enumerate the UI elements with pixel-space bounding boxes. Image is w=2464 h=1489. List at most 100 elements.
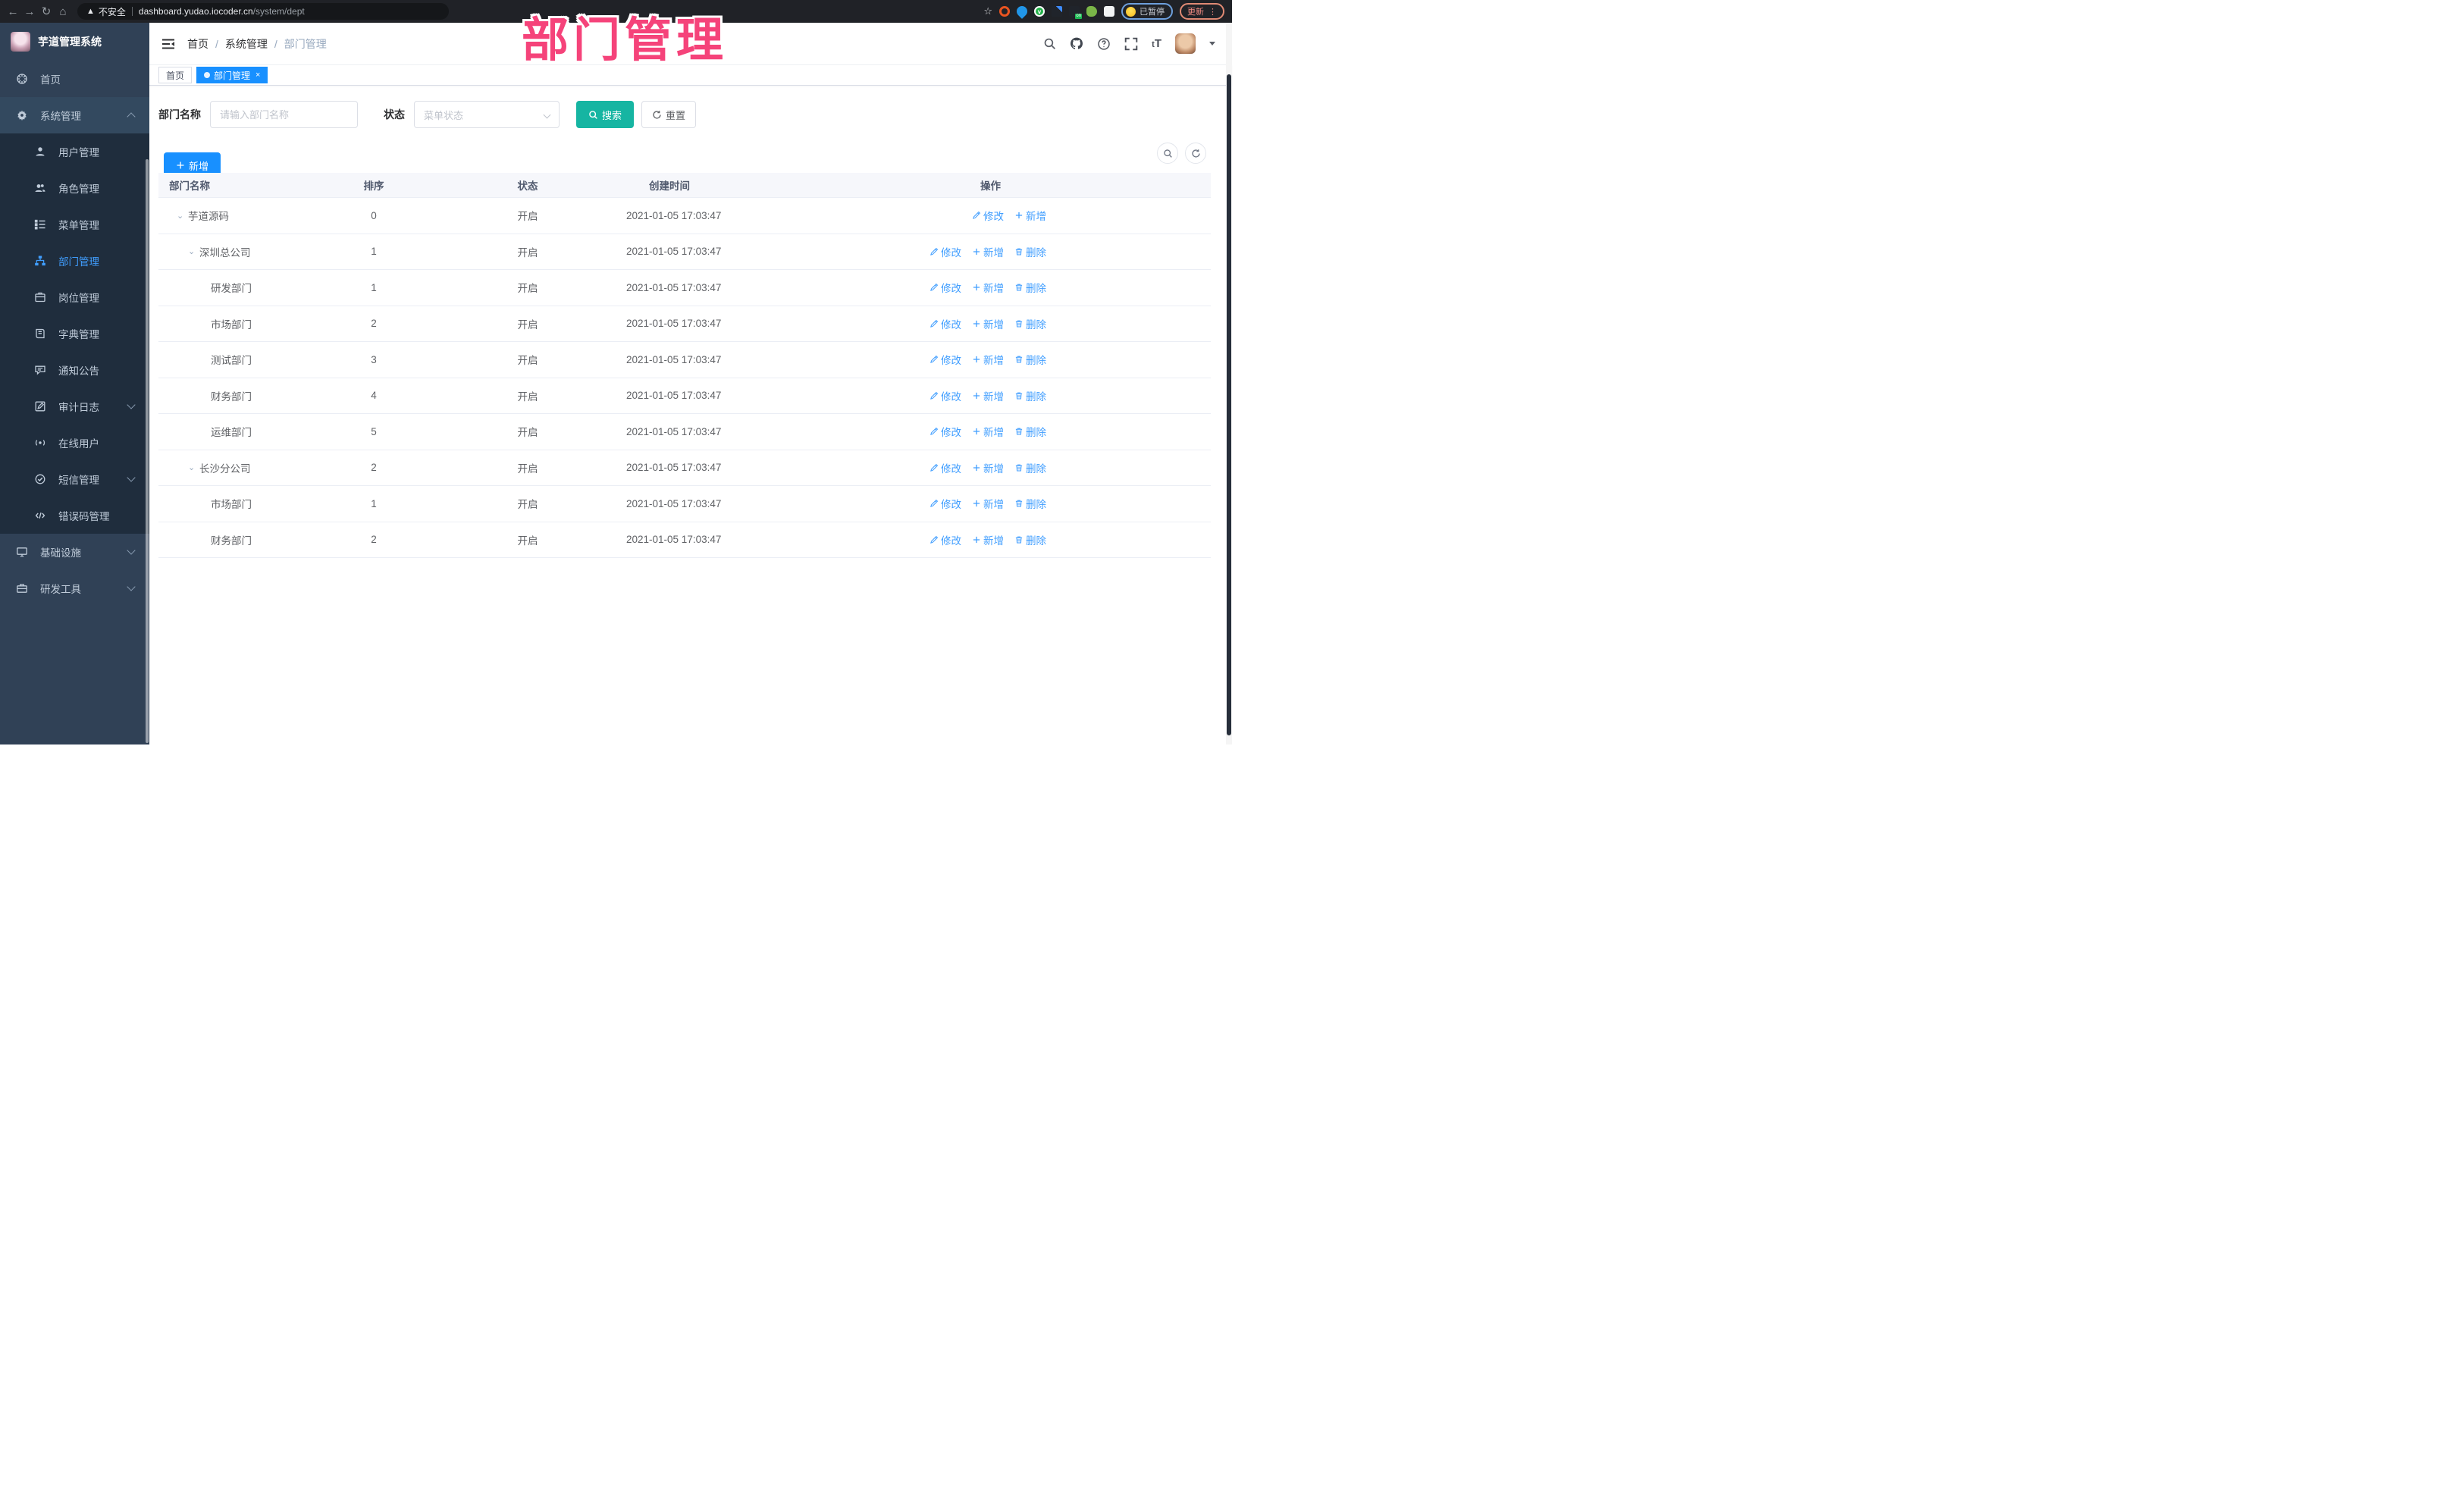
row-action-delete[interactable]: 删除 — [1014, 280, 1046, 295]
fullscreen-icon[interactable] — [1124, 37, 1138, 51]
row-action-delete[interactable]: 删除 — [1014, 316, 1046, 331]
bookmark-star-icon[interactable]: ☆ — [983, 5, 992, 17]
dept-name-input[interactable] — [210, 101, 358, 128]
refresh-table-button[interactable] — [1185, 143, 1206, 164]
browser-forward-icon[interactable]: → — [21, 5, 38, 18]
font-size-icon[interactable]: tT — [1152, 37, 1161, 50]
close-tag-icon[interactable]: × — [255, 71, 260, 80]
sidebar-item-14[interactable]: 研发工具 — [0, 570, 149, 607]
puzzle-extensions-icon[interactable] — [1104, 6, 1114, 17]
sidebar-collapse-icon[interactable] — [161, 38, 175, 50]
row-action-edit[interactable]: 修改 — [929, 316, 961, 331]
sidebar-item-1[interactable]: 系统管理 — [0, 97, 149, 133]
expand-caret-icon[interactable]: ⌄ — [188, 462, 199, 472]
toggle-search-button[interactable] — [1157, 143, 1178, 164]
paused-label: 已暂停 — [1140, 8, 1165, 17]
row-action-add[interactable]: 新增 — [1014, 208, 1046, 223]
browser-update-button[interactable]: 更新 ⋮ — [1180, 3, 1224, 20]
sidebar-scrollbar[interactable] — [146, 159, 149, 743]
warning-icon: ▲ — [86, 7, 95, 16]
sidebar-item-13[interactable]: 基础设施 — [0, 534, 149, 570]
row-action-edit[interactable]: 修改 — [929, 424, 961, 439]
app-logo-row[interactable]: 芋道管理系统 — [0, 23, 149, 61]
cell-dept-name: 市场部门 — [158, 496, 318, 511]
breadcrumb-item-0[interactable]: 首页 — [187, 36, 208, 52]
sidebar-item-7[interactable]: 字典管理 — [0, 315, 149, 352]
browser-home-icon[interactable]: ⌂ — [55, 5, 71, 18]
window-scrollbar[interactable] — [1226, 23, 1232, 744]
sidebar-item-2[interactable]: 用户管理 — [0, 133, 149, 170]
action-label: 新增 — [983, 318, 1004, 331]
row-action-add[interactable]: 新增 — [972, 496, 1004, 511]
dept-name-text: 财务部门 — [211, 534, 252, 547]
row-action-edit[interactable]: 修改 — [929, 352, 961, 367]
green-figure-extension-icon[interactable] — [1086, 6, 1097, 17]
row-action-edit[interactable]: 修改 — [929, 496, 961, 511]
search-icon[interactable] — [1042, 37, 1056, 51]
cell-actions: 修改 新增 删除 — [869, 424, 1211, 439]
expand-caret-icon[interactable]: ⌄ — [177, 211, 188, 221]
paused-extension-pill[interactable]: 已暂停 — [1121, 3, 1173, 20]
row-action-delete[interactable]: 删除 — [1014, 244, 1046, 259]
sidebar-item-9[interactable]: 审计日志 — [0, 388, 149, 425]
row-action-add[interactable]: 新增 — [972, 352, 1004, 367]
help-icon[interactable] — [1097, 37, 1111, 51]
search-button[interactable]: 搜索 — [576, 101, 634, 128]
action-label: 新增 — [983, 534, 1004, 547]
sidebar-item-10[interactable]: 在线用户 — [0, 425, 149, 461]
breadcrumb-item-1[interactable]: 系统管理 — [225, 36, 268, 52]
sidebar-item-6[interactable]: 岗位管理 — [0, 279, 149, 315]
security-label[interactable]: 不安全 — [99, 5, 126, 18]
row-action-edit[interactable]: 修改 — [929, 460, 961, 475]
tag-0[interactable]: 首页 — [158, 67, 193, 83]
switch-extension-icon[interactable]: on — [1069, 6, 1082, 19]
cell-created-time: 2021-01-05 17:03:47 — [626, 246, 722, 258]
user-avatar[interactable] — [1175, 33, 1196, 54]
row-action-edit[interactable]: 修改 — [929, 244, 961, 259]
address-bar[interactable]: ▲ 不安全 dashboard.yudao.iocoder.cn/system/… — [77, 3, 449, 20]
sidebar-item-8[interactable]: 通知公告 — [0, 352, 149, 388]
sidebar-item-3[interactable]: 角色管理 — [0, 170, 149, 206]
scrollbar-thumb[interactable] — [1227, 74, 1231, 735]
row-action-edit[interactable]: 修改 — [929, 532, 961, 547]
row-action-add[interactable]: 新增 — [972, 532, 1004, 547]
status-select[interactable]: 菜单状态 — [414, 101, 560, 128]
kebab-menu-icon[interactable]: ⋮ — [1208, 7, 1217, 17]
row-action-add[interactable]: 新增 — [972, 424, 1004, 439]
github-icon[interactable] — [1070, 37, 1083, 51]
user-menu-caret-icon[interactable] — [1209, 42, 1215, 49]
sidebar-item-12[interactable]: 错误码管理 — [0, 497, 149, 534]
row-action-add[interactable]: 新增 — [972, 460, 1004, 475]
sidebar-item-4[interactable]: 菜单管理 — [0, 206, 149, 243]
pin-extension-icon[interactable] — [1014, 4, 1030, 19]
tag-1[interactable]: 部门管理 × — [196, 67, 268, 83]
row-action-add[interactable]: 新增 — [972, 244, 1004, 259]
grid-extension-icon[interactable] — [1052, 6, 1062, 17]
sidebar-item-5[interactable]: 部门管理 — [0, 243, 149, 279]
browser-reload-icon[interactable]: ↻ — [38, 5, 55, 18]
row-action-delete[interactable]: 删除 — [1014, 424, 1046, 439]
cell-sort: 1 — [371, 281, 377, 293]
row-action-delete[interactable]: 删除 — [1014, 460, 1046, 475]
expand-caret-icon[interactable]: ⌄ — [188, 246, 199, 256]
row-action-add[interactable]: 新增 — [972, 388, 1004, 403]
search-button-label: 搜索 — [601, 109, 622, 121]
green-v-extension-icon[interactable]: v — [1034, 6, 1045, 17]
row-action-add[interactable]: 新增 — [972, 280, 1004, 295]
row-action-add[interactable]: 新增 — [972, 316, 1004, 331]
row-action-delete[interactable]: 删除 — [1014, 532, 1046, 547]
row-action-delete[interactable]: 删除 — [1014, 352, 1046, 367]
row-action-delete[interactable]: 删除 — [1014, 388, 1046, 403]
row-action-edit[interactable]: 修改 — [972, 208, 1004, 223]
reset-button[interactable]: 重置 — [641, 101, 696, 128]
action-label: 修改 — [941, 427, 961, 439]
row-action-delete[interactable]: 删除 — [1014, 496, 1046, 511]
ubuntu-extension-icon[interactable] — [999, 6, 1010, 17]
chevron-down-icon — [127, 400, 136, 409]
sidebar-item-11[interactable]: 短信管理 — [0, 461, 149, 497]
infra-icon — [16, 546, 28, 558]
row-action-edit[interactable]: 修改 — [929, 280, 961, 295]
browser-back-icon[interactable]: ← — [5, 5, 21, 18]
sidebar-item-0[interactable]: 首页 — [0, 61, 149, 97]
row-action-edit[interactable]: 修改 — [929, 388, 961, 403]
